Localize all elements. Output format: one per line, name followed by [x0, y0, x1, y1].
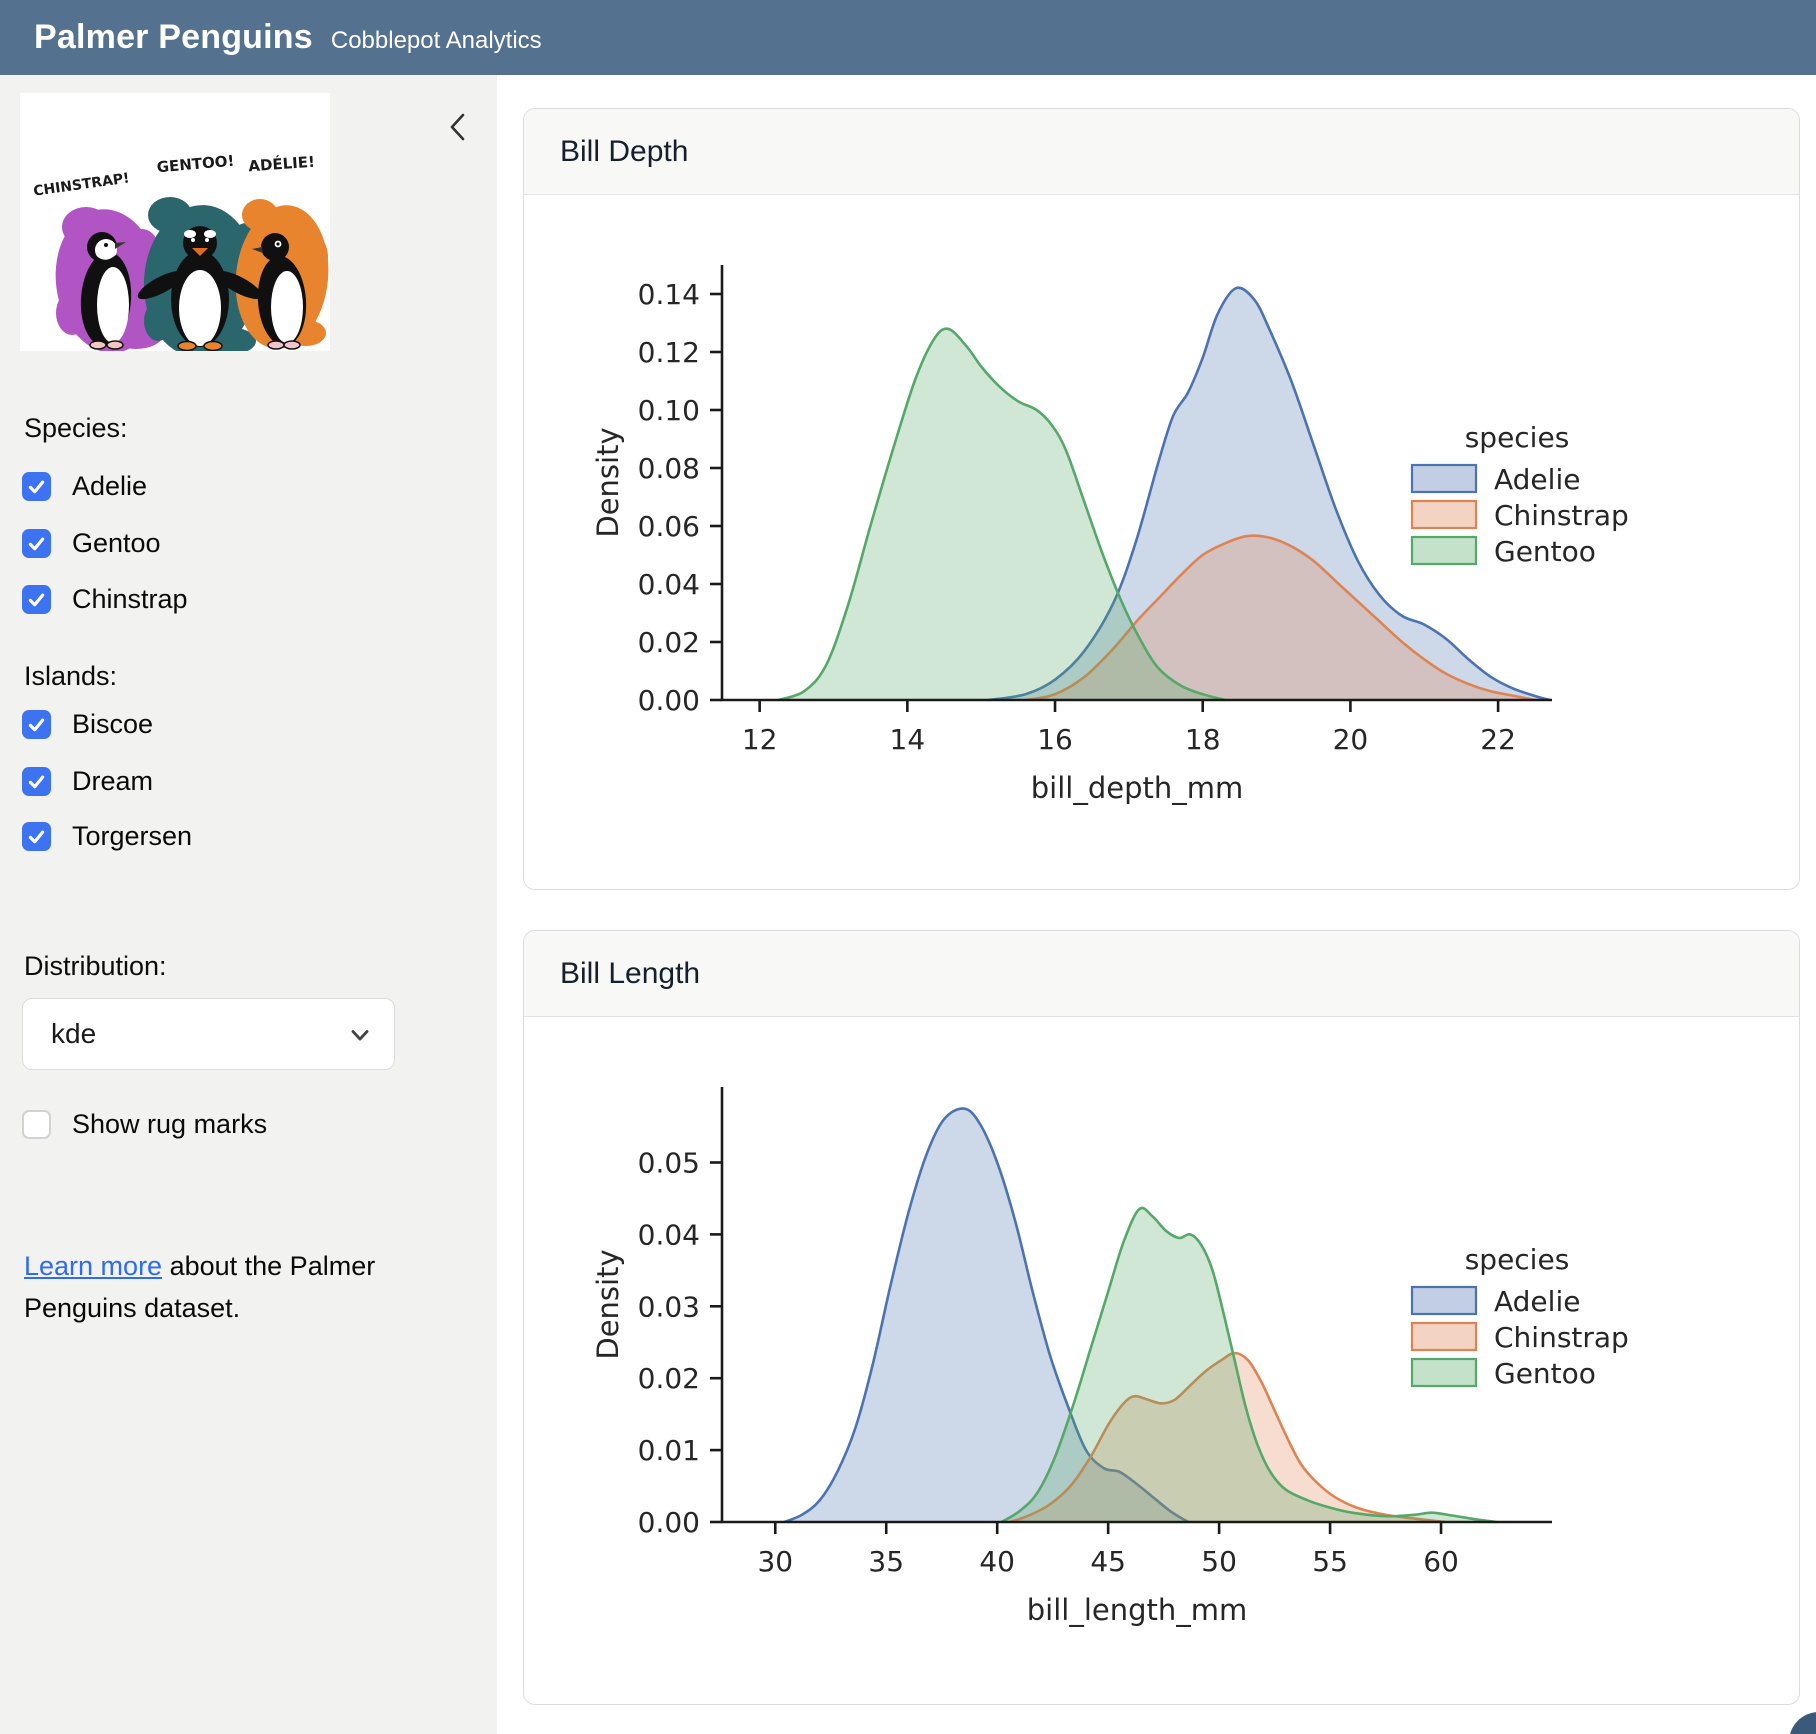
- bill-depth-card-body: 12 14 16 18 20 22 bill_depth_mm 0.00 0.02 0.04 0.0…: [524, 195, 1799, 890]
- bill-length-card-body: 30 35 40 45 50 55 60 bill_length_mm 0.00 0.01 0.02…: [524, 1017, 1799, 1705]
- svg-text:0.04: 0.04: [638, 568, 700, 601]
- svg-text:22: 22: [1480, 723, 1516, 756]
- biscoe-checkbox-label: Biscoe: [72, 709, 153, 740]
- app-window: Palmer Penguins Cobblepot Analytics: [0, 0, 1816, 1734]
- bill-length-density-plot: 30 35 40 45 50 55 60 bill_length_mm 0.00 0.01 0.02…: [532, 1017, 1782, 1705]
- svg-text:species: species: [1465, 421, 1570, 454]
- svg-text:0.12: 0.12: [638, 336, 700, 369]
- checkmark-icon: [26, 714, 47, 735]
- bill-length-card-header: Bill Length: [524, 931, 1799, 1017]
- svg-text:45: 45: [1090, 1545, 1126, 1578]
- svg-text:0.00: 0.00: [638, 1506, 700, 1539]
- chevron-down-icon: [346, 1021, 374, 1049]
- penguin-artwork: CHINSTRAP! GENTOO! ADÉLIE!: [20, 93, 330, 351]
- svg-text:0.14: 0.14: [638, 278, 700, 311]
- bill-depth-card: Bill Depth 12 14 16 18 20 22 bill_depth_mm 0.00…: [523, 108, 1800, 890]
- bill-depth-card-header: Bill Depth: [524, 109, 1799, 195]
- svg-text:35: 35: [868, 1545, 904, 1578]
- gentoo-checkbox[interactable]: [22, 529, 51, 558]
- checkmark-icon: [26, 826, 47, 847]
- gentoo-checkbox-label: Gentoo: [72, 528, 161, 559]
- svg-text:0.02: 0.02: [638, 626, 700, 659]
- svg-text:Density: Density: [591, 1249, 625, 1359]
- bill-depth-card-title: Bill Depth: [560, 135, 688, 169]
- svg-text:0.03: 0.03: [638, 1290, 700, 1323]
- checkbox-row-chinstrap[interactable]: Chinstrap: [22, 584, 188, 615]
- checkbox-row-adelie[interactable]: Adelie: [22, 471, 147, 502]
- checkbox-row-rug-marks[interactable]: Show rug marks: [22, 1109, 267, 1140]
- chinstrap-checkbox-label: Chinstrap: [72, 584, 188, 615]
- checkmark-icon: [26, 589, 47, 610]
- svg-text:0.10: 0.10: [638, 394, 700, 427]
- svg-text:bill_length_mm: bill_length_mm: [1027, 1593, 1248, 1627]
- distribution-label: Distribution:: [24, 951, 167, 982]
- svg-text:0.04: 0.04: [638, 1218, 700, 1251]
- svg-text:0.05: 0.05: [638, 1146, 700, 1179]
- bill-length-card: Bill Length 30 35 40 45 50 55 60 bill_length_mm…: [523, 930, 1800, 1705]
- chinstrap-checkbox[interactable]: [22, 585, 51, 614]
- distribution-selected-value: kde: [51, 1018, 96, 1050]
- svg-text:0.08: 0.08: [638, 452, 700, 485]
- svg-text:Chinstrap: Chinstrap: [1494, 499, 1629, 532]
- svg-text:30: 30: [757, 1545, 793, 1578]
- torgersen-checkbox[interactable]: [22, 822, 51, 851]
- sidebar: CHINSTRAP! GENTOO! ADÉLIE! Species: Adel…: [0, 75, 498, 1734]
- svg-text:16: 16: [1037, 723, 1073, 756]
- learn-more-link[interactable]: Learn more: [24, 1251, 162, 1281]
- dream-checkbox-label: Dream: [72, 766, 153, 797]
- svg-text:55: 55: [1312, 1545, 1348, 1578]
- torgersen-checkbox-label: Torgersen: [72, 821, 192, 852]
- svg-text:Gentoo: Gentoo: [1494, 1357, 1596, 1390]
- bill-length-card-title: Bill Length: [560, 957, 700, 991]
- svg-text:12: 12: [742, 723, 778, 756]
- chevron-left-icon: [443, 109, 473, 145]
- svg-text:0.01: 0.01: [638, 1434, 700, 1467]
- adelie-checkbox-label: Adelie: [72, 471, 147, 502]
- svg-text:0.06: 0.06: [638, 510, 700, 543]
- main-content: Bill Depth 12 14 16 18 20 22 bill_depth_mm 0.00…: [497, 75, 1816, 1734]
- checkmark-icon: [26, 476, 47, 497]
- checkbox-row-biscoe[interactable]: Biscoe: [22, 709, 153, 740]
- svg-text:Adelie: Adelie: [1494, 1285, 1580, 1318]
- sidebar-collapse-button[interactable]: [442, 109, 474, 147]
- svg-text:Chinstrap: Chinstrap: [1494, 1321, 1629, 1354]
- biscoe-checkbox[interactable]: [22, 710, 51, 739]
- distribution-select[interactable]: kde: [22, 998, 395, 1070]
- islands-group-label: Islands:: [24, 661, 117, 692]
- svg-text:Adelie: Adelie: [1494, 463, 1580, 496]
- svg-text:60: 60: [1423, 1545, 1459, 1578]
- svg-text:20: 20: [1333, 723, 1369, 756]
- checkbox-row-dream[interactable]: Dream: [22, 766, 153, 797]
- svg-text:Gentoo: Gentoo: [1494, 535, 1596, 568]
- svg-text:14: 14: [890, 723, 926, 756]
- checkbox-row-gentoo[interactable]: Gentoo: [22, 528, 161, 559]
- app-subtitle: Cobblepot Analytics: [331, 27, 542, 55]
- checkmark-icon: [26, 533, 47, 554]
- svg-text:Density: Density: [591, 427, 625, 537]
- svg-text:40: 40: [979, 1545, 1015, 1578]
- svg-text:18: 18: [1185, 723, 1221, 756]
- checkmark-icon: [26, 771, 47, 792]
- svg-text:species: species: [1465, 1243, 1570, 1276]
- rug-marks-checkbox[interactable]: [22, 1110, 51, 1139]
- species-group-label: Species:: [24, 413, 128, 444]
- svg-text:50: 50: [1201, 1545, 1237, 1578]
- dream-checkbox[interactable]: [22, 767, 51, 796]
- sidebar-footer-note: Learn more about the Palmer Penguins dat…: [24, 1245, 462, 1329]
- adelie-checkbox[interactable]: [22, 472, 51, 501]
- rug-marks-checkbox-label: Show rug marks: [72, 1109, 267, 1140]
- svg-text:0.00: 0.00: [638, 684, 700, 717]
- bill-depth-density-plot: 12 14 16 18 20 22 bill_depth_mm 0.00 0.02 0.04 0.0…: [532, 195, 1782, 890]
- svg-text:0.02: 0.02: [638, 1362, 700, 1395]
- app-header: Palmer Penguins Cobblepot Analytics: [0, 0, 1816, 75]
- app-title: Palmer Penguins: [34, 18, 313, 57]
- svg-text:bill_depth_mm: bill_depth_mm: [1031, 771, 1244, 805]
- checkbox-row-torgersen[interactable]: Torgersen: [22, 821, 192, 852]
